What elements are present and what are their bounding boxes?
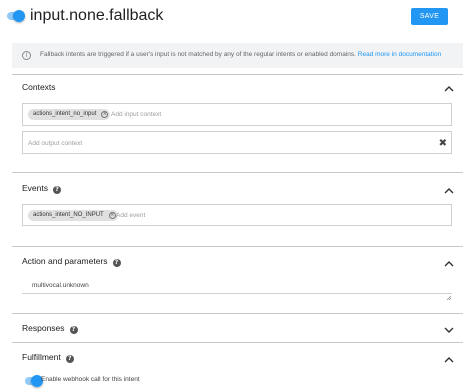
webhook-toggle[interactable] xyxy=(25,375,43,387)
output-context-field[interactable]: Add output context ✖ xyxy=(22,131,452,154)
input-context-placeholder[interactable]: Add input context xyxy=(111,111,161,118)
input-context-chip[interactable]: actions_intent_no_input × xyxy=(28,109,111,120)
chevron-up-icon[interactable] xyxy=(443,355,455,365)
chevron-up-icon[interactable] xyxy=(443,84,455,94)
intent-name[interactable]: input.none.fallback xyxy=(30,7,163,25)
chevron-up-icon[interactable] xyxy=(443,186,455,196)
resize-handle-icon[interactable] xyxy=(446,288,452,301)
info-message: Fallback intents are triggered if a user… xyxy=(40,51,356,58)
save-button[interactable]: SAVE xyxy=(411,8,448,25)
intent-header: input.none.fallback SAVE xyxy=(0,0,474,34)
event-placeholder[interactable]: Add event xyxy=(116,212,145,219)
event-chip[interactable]: actions_intent_NO_INPUT × xyxy=(28,210,118,221)
close-icon[interactable]: ✖ xyxy=(439,139,447,149)
chip-label: actions_intent_NO_INPUT xyxy=(33,212,104,218)
chip-remove-icon[interactable]: × xyxy=(101,111,109,118)
section-divider xyxy=(12,74,463,75)
action-input-underline xyxy=(22,293,452,294)
info-text: Fallback intents are triggered if a user… xyxy=(40,51,441,58)
output-context-placeholder[interactable]: Add output context xyxy=(28,140,82,147)
chip-remove-icon[interactable]: × xyxy=(108,212,116,219)
fulfillment-section-header[interactable]: Fulfillment? xyxy=(22,352,74,363)
documentation-link[interactable]: Read more in documentation xyxy=(358,51,441,58)
toggle-knob xyxy=(13,10,25,22)
chevron-down-icon[interactable] xyxy=(443,325,455,335)
fulfillment-title: Fulfillment xyxy=(22,352,61,362)
section-divider xyxy=(12,172,463,173)
help-circle-icon[interactable]: ? xyxy=(53,186,61,194)
contexts-title: Contexts xyxy=(22,82,56,92)
action-name-input[interactable]: multivocal.unknown xyxy=(32,282,89,289)
webhook-label: Enable webhook call for this intent xyxy=(41,376,140,383)
help-circle-icon[interactable]: ? xyxy=(112,259,121,267)
responses-section-header[interactable]: Responses? xyxy=(22,323,78,334)
section-divider xyxy=(12,342,463,343)
help-circle-icon[interactable]: ? xyxy=(65,355,74,363)
chip-label: actions_intent_no_input xyxy=(33,111,97,117)
event-field[interactable]: actions_intent_NO_INPUT × Add event xyxy=(22,204,452,226)
info-banner: i Fallback intents are triggered if a us… xyxy=(12,43,463,68)
events-section-header[interactable]: Events? xyxy=(22,183,61,194)
section-divider xyxy=(12,313,463,314)
input-context-field[interactable]: actions_intent_no_input × Add input cont… xyxy=(22,103,452,126)
section-divider xyxy=(12,246,463,247)
responses-title: Responses xyxy=(22,323,65,333)
chevron-up-icon[interactable] xyxy=(443,259,455,269)
contexts-section-header[interactable]: Contexts xyxy=(22,82,56,92)
help-circle-icon[interactable]: ? xyxy=(69,326,78,334)
action-section-header[interactable]: Action and parameters? xyxy=(22,256,121,267)
info-icon: i xyxy=(22,51,31,60)
action-title: Action and parameters xyxy=(22,256,108,266)
events-title: Events xyxy=(22,183,48,193)
intent-enabled-toggle[interactable] xyxy=(7,10,25,22)
